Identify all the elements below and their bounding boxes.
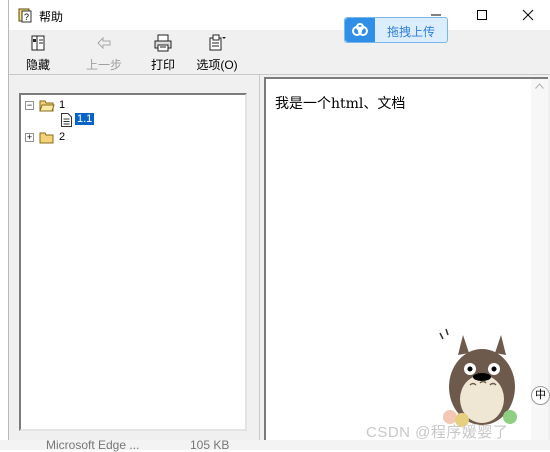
selected-topic-label: 1.1 [73, 112, 96, 126]
back-label: 上一步 [85, 58, 122, 72]
upload-label: 拖拽上传 [387, 25, 436, 39]
collapse-toggle-icon[interactable]: − [25, 101, 34, 110]
page-icon [61, 113, 72, 127]
tree-node-label: 1 [59, 99, 66, 111]
expand-toggle-icon[interactable]: + [25, 133, 34, 142]
options-button[interactable]: 选项(O) [191, 32, 243, 72]
drag-upload-widget[interactable]: 拖拽上传 [344, 17, 448, 43]
title-bar[interactable]: ? 帮助 [9, 0, 550, 30]
navigation-pane: − 1 1.1 + 2 [9, 75, 260, 440]
back-arrow-icon [94, 34, 114, 52]
hide-icon [28, 34, 48, 52]
topic-text: 我是一个html、文档 [275, 96, 406, 112]
print-label: 打印 [150, 58, 175, 72]
maximize-icon [477, 10, 487, 20]
options-icon [207, 34, 227, 52]
hide-button[interactable]: 隐藏 [15, 32, 61, 72]
desktop-background [0, 0, 8, 450]
tree-node-label: 2 [59, 131, 66, 143]
tree-node-1-1[interactable]: 1.1 [59, 112, 119, 129]
tree-node-2[interactable]: + 2 [25, 130, 125, 146]
contents-tree[interactable]: − 1 1.1 + 2 [19, 93, 247, 431]
maximize-button[interactable] [459, 0, 505, 30]
closed-folder-icon [39, 131, 55, 144]
ime-language-badge[interactable]: 中 [531, 386, 550, 405]
back-button[interactable]: 上一步 [75, 32, 133, 72]
svg-text:?: ? [24, 12, 29, 22]
toolbar: 隐藏 上一步 打印 选项(O) [9, 30, 550, 74]
open-folder-icon [39, 99, 55, 112]
close-button[interactable] [505, 0, 550, 30]
scroll-up-icon[interactable] [535, 83, 544, 89]
window-title: 帮助 [39, 10, 64, 24]
print-button[interactable]: 打印 [141, 32, 185, 72]
csdn-watermark: CSDN @程序媛婴了 [366, 424, 509, 441]
printer-icon [153, 34, 173, 52]
options-label: 选项(O) [196, 58, 238, 72]
baidu-cloud-icon [345, 18, 375, 42]
close-icon [522, 9, 534, 21]
help-book-icon: ? [17, 7, 33, 23]
mascot-decoration [432, 325, 532, 435]
tree-node-1[interactable]: − 1 [25, 98, 125, 114]
hide-label: 隐藏 [25, 58, 50, 72]
